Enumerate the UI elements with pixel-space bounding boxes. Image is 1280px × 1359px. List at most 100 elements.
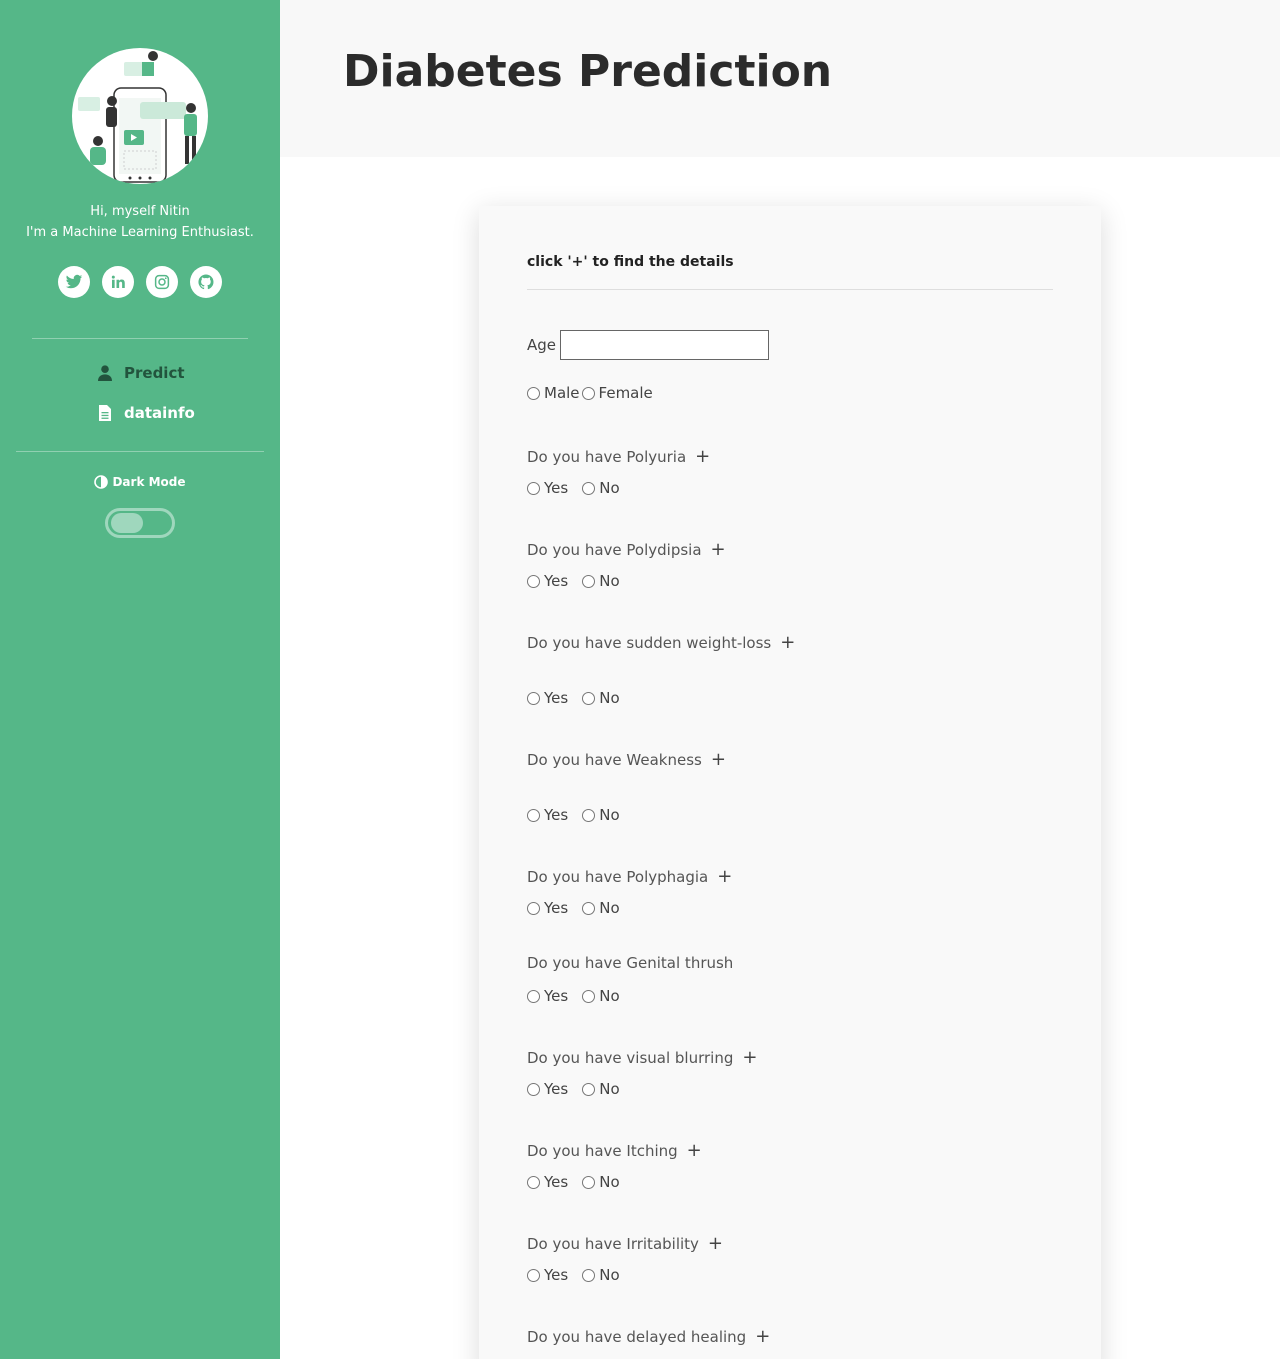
gender-label-male: Male [544, 384, 580, 402]
answer-yes[interactable]: Yes [527, 806, 568, 824]
radio-yes[interactable] [527, 989, 540, 1003]
sidebar: Hi, myself Nitin I'm a Machine Learning … [0, 0, 280, 1359]
answers-genital-thrush: Yes No [527, 987, 620, 1005]
yes-label: Yes [544, 1266, 569, 1284]
answer-no[interactable]: No [582, 689, 620, 707]
social-links [58, 266, 222, 298]
answer-yes[interactable]: Yes [527, 1173, 568, 1191]
no-label: No [599, 987, 620, 1005]
radio-yes[interactable] [527, 808, 540, 822]
twitter-link[interactable] [58, 266, 90, 298]
gender-row: Male Female [527, 384, 653, 402]
nav-item-predict[interactable]: Predict [98, 364, 185, 382]
radio-no[interactable] [582, 574, 596, 588]
answer-no[interactable]: No [582, 479, 620, 497]
radio-no[interactable] [582, 901, 596, 915]
radio-no[interactable] [582, 1175, 596, 1189]
radio-yes[interactable] [527, 1175, 540, 1189]
linkedin-link[interactable] [102, 266, 134, 298]
toggle-knob [111, 513, 143, 533]
answer-no[interactable]: No [582, 572, 620, 590]
sidebar-divider [16, 451, 264, 452]
answer-no[interactable]: No [582, 1173, 620, 1191]
yes-label: Yes [544, 806, 569, 824]
question-text: Do you have Genital thrush [527, 954, 734, 972]
plus-icon[interactable]: + [695, 446, 710, 467]
question-text: Do you have sudden weight-loss [527, 633, 772, 652]
twitter-icon [65, 274, 83, 289]
answer-yes[interactable]: Yes [527, 479, 568, 497]
answers-weakness: Yes No [527, 806, 620, 824]
answers-irritability: Yes No [527, 1266, 620, 1284]
dark-mode-label: Dark Mode [0, 475, 280, 489]
question-genital-thrush: Do you have Genital thrush [527, 954, 733, 972]
radio-no[interactable] [582, 1082, 596, 1096]
question-polyphagia: Do you have Polyphagia + [527, 866, 732, 887]
no-label: No [599, 1266, 620, 1284]
nav-label-datainfo: datainfo [124, 404, 195, 422]
form-hint: click '+' to find the details [527, 254, 734, 270]
github-link[interactable] [190, 266, 222, 298]
gender-option-male[interactable]: Male [527, 384, 580, 402]
answer-yes[interactable]: Yes [527, 1266, 568, 1284]
no-label: No [599, 479, 620, 497]
answer-no[interactable]: No [582, 806, 620, 824]
question-text: Do you have Polydipsia [527, 540, 702, 559]
question-text: Do you have Polyuria [527, 447, 687, 466]
answers-polyuria: Yes No [527, 479, 620, 497]
plus-icon[interactable]: + [711, 749, 726, 770]
radio-yes[interactable] [527, 574, 540, 588]
yes-label: Yes [544, 987, 569, 1005]
age-label: Age [527, 336, 557, 354]
radio-no[interactable] [582, 481, 596, 495]
user-icon [98, 365, 112, 381]
plus-icon[interactable]: + [717, 866, 732, 887]
answer-yes[interactable]: Yes [527, 987, 568, 1005]
gender-radio-male[interactable] [527, 386, 540, 400]
answers-polyphagia: Yes No [527, 899, 620, 917]
radio-yes[interactable] [527, 1268, 540, 1282]
gender-radio-female[interactable] [581, 386, 595, 400]
plus-icon[interactable]: + [711, 539, 726, 560]
prediction-form-card: click '+' to find the details Age Male F… [479, 206, 1101, 1359]
plus-icon[interactable]: + [755, 1326, 770, 1347]
radio-yes[interactable] [527, 1082, 540, 1096]
profile-illustration [78, 51, 197, 183]
plus-icon[interactable]: + [742, 1047, 757, 1068]
radio-no[interactable] [582, 808, 596, 822]
question-text: Do you have Polyphagia [527, 867, 709, 886]
nav-item-datainfo[interactable]: datainfo [98, 404, 195, 422]
intro-text: Hi, myself Nitin I'm a Machine Learning … [0, 201, 280, 243]
radio-no[interactable] [582, 1268, 596, 1282]
radio-no[interactable] [582, 989, 596, 1003]
radio-no[interactable] [582, 691, 596, 705]
contrast-icon [94, 475, 109, 489]
answer-yes[interactable]: Yes [527, 689, 568, 707]
radio-yes[interactable] [527, 691, 540, 705]
dark-mode-text: Dark Mode [112, 475, 186, 489]
plus-icon[interactable]: + [687, 1140, 702, 1161]
instagram-link[interactable] [146, 266, 178, 298]
gender-option-female[interactable]: Female [581, 384, 653, 402]
answers-visual-blurring: Yes No [527, 1080, 620, 1098]
radio-yes[interactable] [527, 901, 540, 915]
answer-no[interactable]: No [582, 987, 620, 1005]
plus-icon[interactable]: + [780, 632, 795, 653]
github-icon [198, 274, 214, 290]
answer-yes[interactable]: Yes [527, 1080, 568, 1098]
question-itching: Do you have Itching + [527, 1140, 702, 1161]
answer-yes[interactable]: Yes [527, 899, 568, 917]
answer-no[interactable]: No [582, 899, 620, 917]
no-label: No [599, 689, 620, 707]
answer-no[interactable]: No [582, 1080, 620, 1098]
nav-label-predict: Predict [124, 364, 185, 382]
age-input[interactable] [560, 330, 770, 360]
dark-mode-toggle[interactable] [105, 508, 175, 538]
plus-icon[interactable]: + [708, 1233, 723, 1254]
question-text: Do you have Itching [527, 1141, 678, 1160]
answer-yes[interactable]: Yes [527, 572, 568, 590]
radio-yes[interactable] [527, 481, 540, 495]
question-text: Do you have visual blurring [527, 1048, 734, 1067]
answer-no[interactable]: No [582, 1266, 620, 1284]
linkedin-icon [111, 275, 125, 288]
